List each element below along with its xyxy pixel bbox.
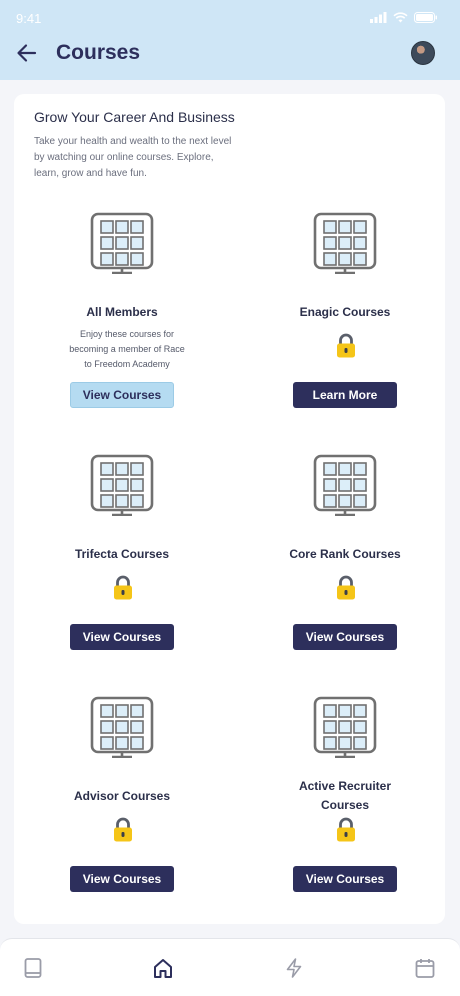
app-header: 9:41 Courses [0, 0, 460, 80]
lock-icon [112, 817, 134, 843]
course-grid-icon [90, 696, 154, 758]
view-courses-button[interactable]: View Courses [293, 624, 397, 650]
course-name: Core Rank Courses [289, 547, 401, 561]
lock-icon [335, 575, 357, 601]
status-time: 9:41 [16, 11, 42, 26]
avatar[interactable] [411, 41, 435, 65]
lock-icon [335, 333, 357, 359]
lightning-icon[interactable] [283, 957, 305, 979]
view-courses-button[interactable]: View Courses [70, 866, 174, 892]
book-icon[interactable] [22, 957, 44, 979]
back-arrow-icon[interactable] [14, 40, 40, 66]
learn-more-button[interactable]: Learn More [293, 382, 397, 408]
course-description: Enjoy these courses for becoming a membe… [69, 329, 185, 369]
intro-description: Take your health and wealth to the next … [34, 136, 232, 179]
courses-card: Grow Your Career And Business Take your … [14, 94, 445, 924]
lock-icon [335, 817, 357, 843]
course-name: Enagic Courses [299, 305, 391, 319]
intro-title: Grow Your Career And Business [34, 109, 235, 125]
course-grid-icon [313, 212, 377, 274]
calendar-icon[interactable] [414, 957, 436, 979]
course-grid-icon [313, 696, 377, 758]
bottom-nav [0, 938, 460, 996]
wifi-icon [393, 12, 408, 23]
course-grid-icon [90, 212, 154, 274]
view-courses-button[interactable]: View Courses [293, 866, 397, 892]
view-courses-button[interactable]: View Courses [70, 624, 174, 650]
signal-icon [370, 12, 387, 23]
course-name: Advisor Courses [73, 789, 171, 803]
page-title: Courses [56, 41, 141, 64]
course-name: Active Recruiter Courses [298, 779, 392, 812]
battery-icon [414, 12, 437, 23]
status-icons [370, 12, 438, 23]
course-name: All Members [86, 305, 158, 319]
view-courses-button[interactable]: View Courses [70, 382, 174, 408]
course-name: Trifecta Courses [74, 547, 170, 561]
course-grid-icon [90, 454, 154, 516]
course-grid-icon [313, 454, 377, 516]
lock-icon [112, 575, 134, 601]
home-icon[interactable] [152, 957, 174, 979]
